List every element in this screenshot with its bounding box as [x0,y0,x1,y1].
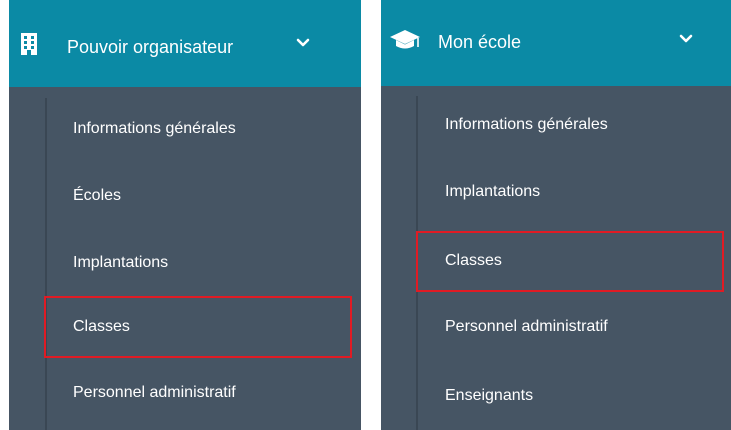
menu-item-implantations[interactable]: Implantations [381,172,731,212]
menu-item-label: Enseignants [445,387,534,404]
menu-item-label: Informations générales [445,116,608,133]
highlight-box-classes [416,231,724,292]
menu-item-label: Écoles [73,187,122,204]
menu-item-implantations[interactable]: Implantations [9,243,361,283]
menu-item-informations-generales[interactable]: Informations générales [381,105,731,145]
submenu-list: Informations générales Implantations Cla… [381,0,731,430]
sidebar-pouvoir-organisateur: Pouvoir organisateur Informations généra… [9,0,361,430]
menu-item-label: Informations générales [73,120,236,137]
menu-item-personnel-administratif[interactable]: Personnel administratif [381,307,731,347]
menu-item-label: Personnel administratif [445,318,608,335]
menu-item-label: Implantations [445,183,541,200]
submenu-list: Informations générales Écoles Implantati… [9,0,361,430]
menu-item-label: Personnel administratif [73,384,236,401]
sidebar-mon-ecole: Mon école Informations générales Implant… [381,0,731,430]
menu-item-personnel-administratif[interactable]: Personnel administratif [9,373,361,413]
menu-item-label: Implantations [73,254,169,271]
menu-item-enseignants[interactable]: Enseignants [381,376,731,416]
highlight-box-classes [44,296,352,358]
menu-item-ecoles[interactable]: Écoles [9,176,361,216]
menu-item-informations-generales[interactable]: Informations générales [9,109,361,149]
